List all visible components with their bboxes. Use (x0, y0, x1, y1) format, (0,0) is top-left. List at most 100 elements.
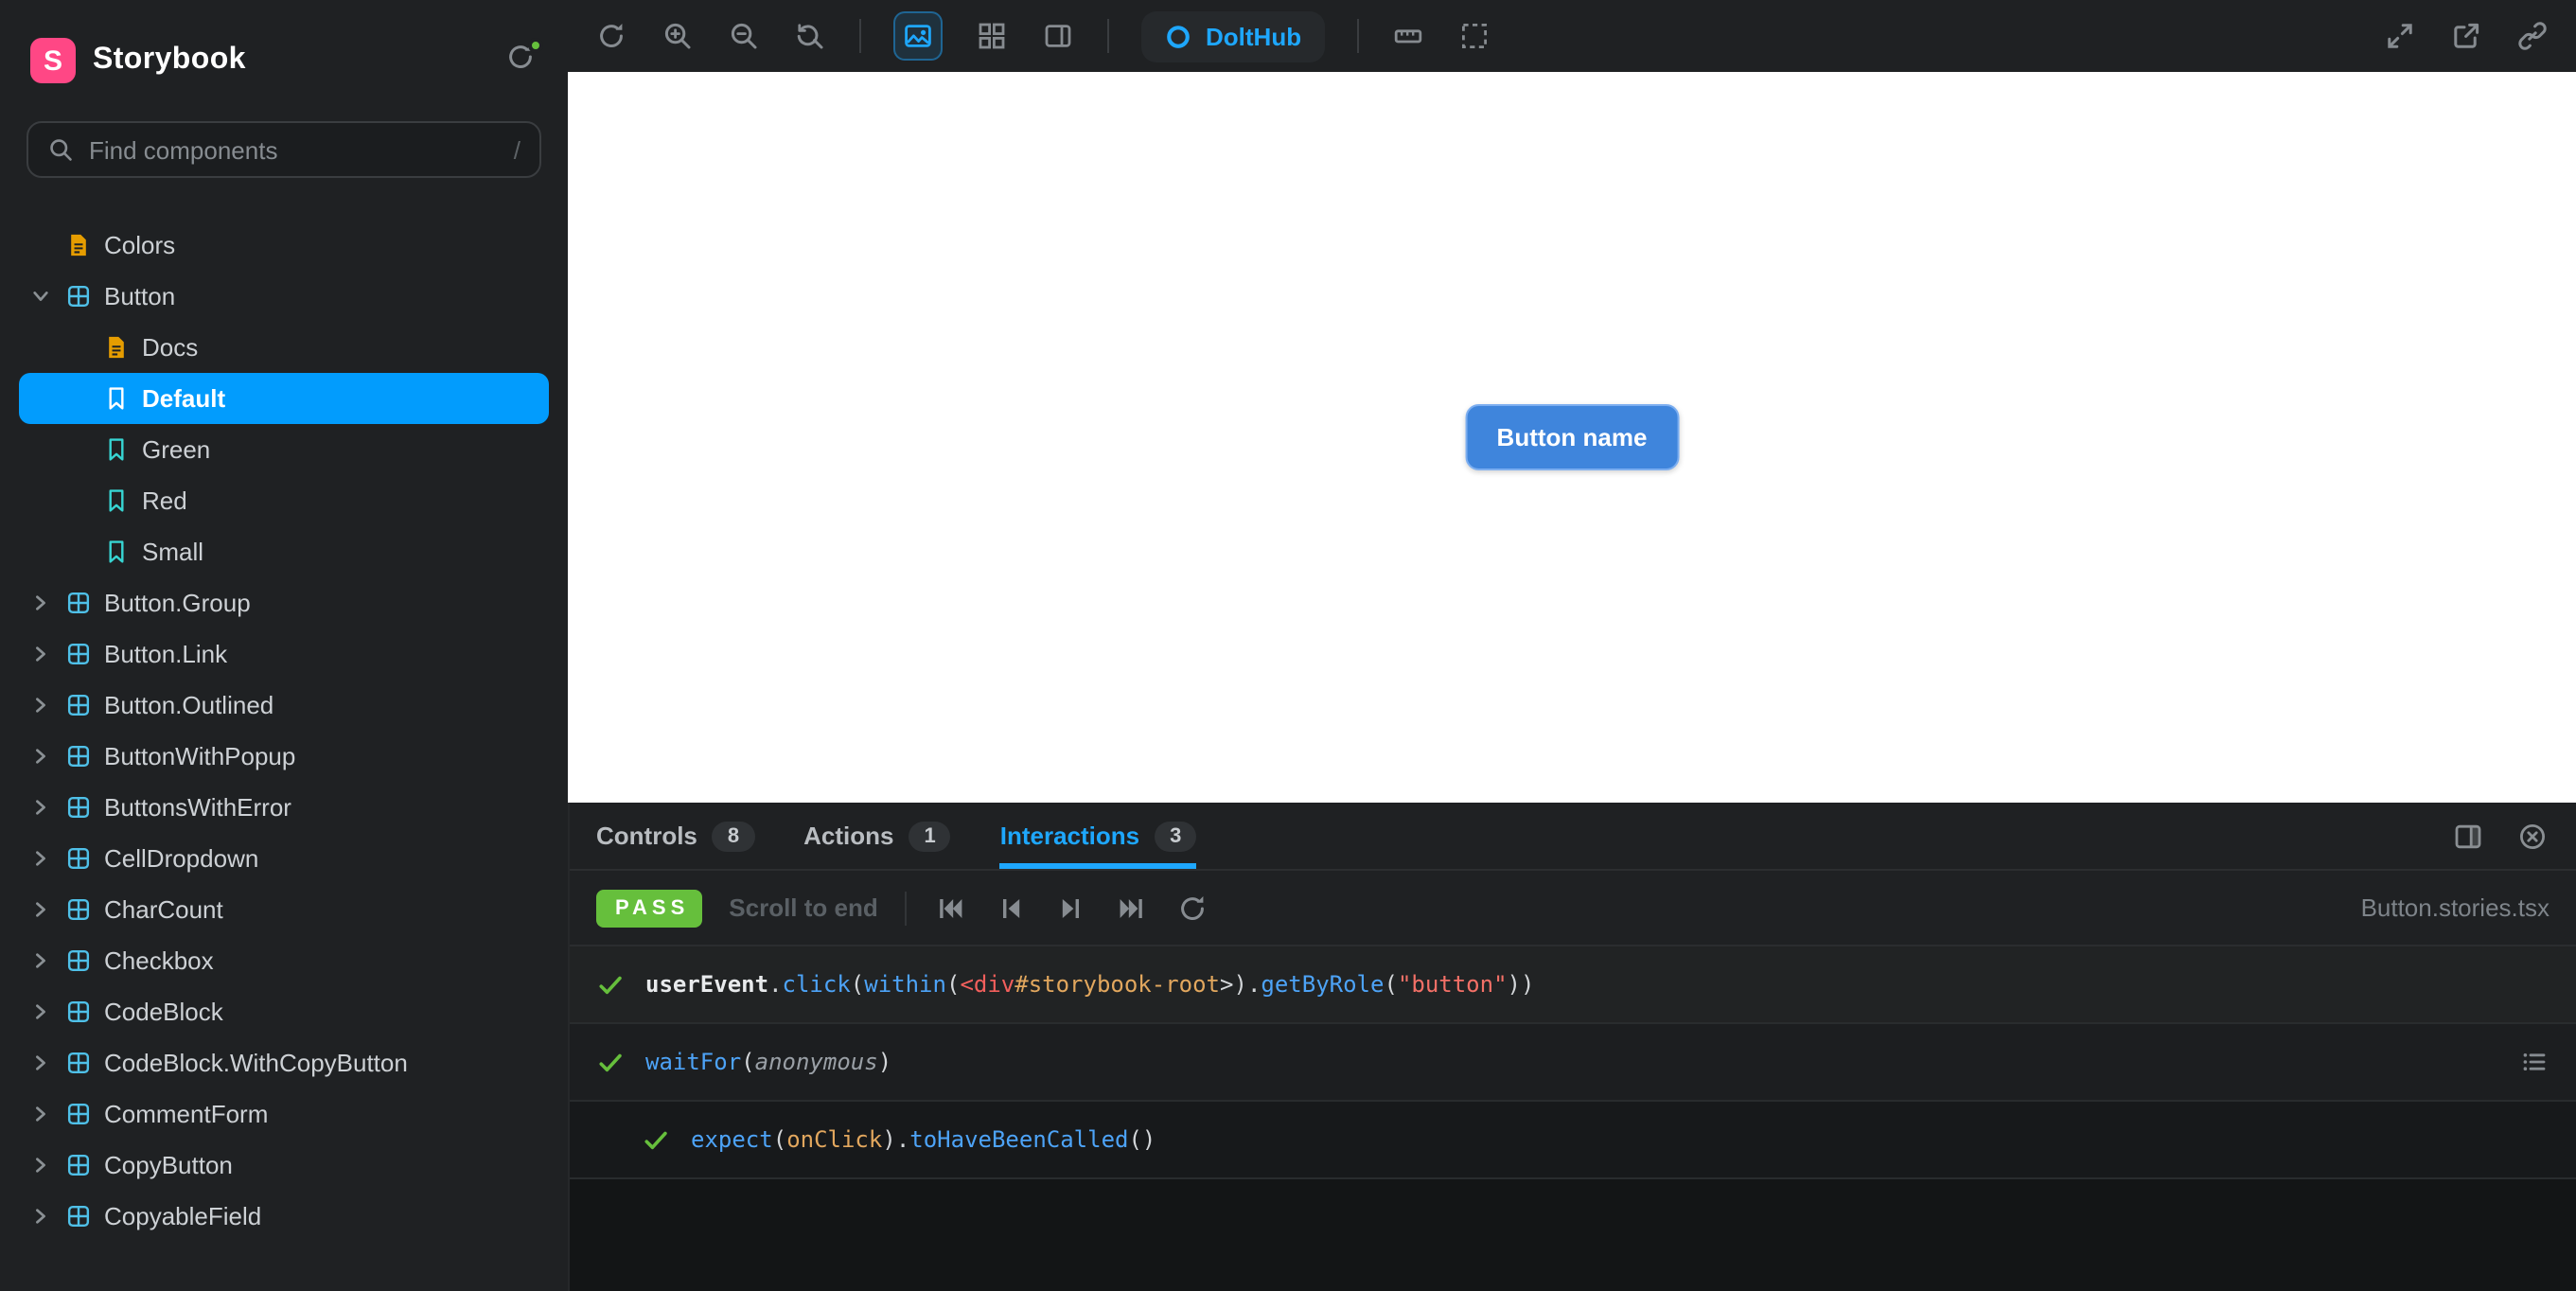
zoom-in-button[interactable] (661, 19, 695, 53)
chevron-right-icon[interactable] (26, 850, 53, 867)
sidebar-item-docs[interactable]: Docs (19, 322, 549, 373)
preview-button[interactable]: Button name (1464, 404, 1680, 470)
storybook-logo: S (30, 38, 76, 83)
interaction-code: userEvent.click(within(<div#storybook-ro… (645, 971, 1535, 998)
zoom-out-button[interactable] (727, 19, 761, 53)
step-log-icon[interactable] (2519, 1047, 2550, 1077)
zoom-reset-button[interactable] (793, 19, 827, 53)
sidebar-item-celldropdown[interactable]: CellDropdown (19, 833, 549, 884)
interaction-code: waitFor(anonymous) (645, 1049, 892, 1075)
sidebar-item-button-link[interactable]: Button.Link (19, 628, 549, 680)
sidebar-item-red[interactable]: Red (19, 475, 549, 526)
chevron-right-icon[interactable] (26, 901, 53, 918)
interaction-step[interactable]: userEvent.click(within(<div#storybook-ro… (570, 946, 2576, 1024)
tab-actions[interactable]: Actions 1 (803, 803, 951, 869)
chevron-right-icon[interactable] (26, 1003, 53, 1020)
search-input[interactable] (89, 135, 499, 164)
chevron-right-icon[interactable] (26, 1157, 53, 1174)
fullscreen-button[interactable] (2383, 19, 2417, 53)
sidebar-item-label: Default (142, 384, 226, 413)
interaction-step[interactable]: waitFor(anonymous) (570, 1024, 2576, 1102)
backgrounds-button[interactable] (893, 11, 943, 61)
sidebar-item-green[interactable]: Green (19, 424, 549, 475)
sidebar-item-button[interactable]: Button (19, 271, 549, 322)
go-back-button[interactable] (994, 891, 1028, 925)
toolbar-separator (904, 891, 907, 925)
sidebar-item-label: Docs (142, 333, 199, 362)
sidebar-item-copybutton[interactable]: CopyButton (19, 1140, 549, 1191)
close-panel-button[interactable] (2515, 819, 2550, 853)
sidebar-item-codeblock-withcopybutton[interactable]: CodeBlock.WithCopyButton (19, 1037, 549, 1088)
go-to-end-button[interactable] (1115, 891, 1149, 925)
chevron-right-icon[interactable] (26, 952, 53, 969)
interactions-toolbar: PASS Scroll to end Button.stories.tsx (570, 871, 2576, 946)
sidebar-item-label: Colors (104, 231, 176, 259)
update-notification-button[interactable] (503, 38, 543, 78)
sidebar-item-copyablefield[interactable]: CopyableField (19, 1191, 549, 1242)
measure-button[interactable] (1390, 19, 1424, 53)
dolthub-label: DoltHub (1206, 22, 1302, 50)
preview-canvas: Button name (568, 72, 2576, 803)
panel-position-button[interactable] (2451, 819, 2485, 853)
sidebar-item-charcount[interactable]: CharCount (19, 884, 549, 935)
chevron-right-icon[interactable] (26, 1208, 53, 1225)
sidebar-item-label: CodeBlock (104, 998, 223, 1026)
sidebar-item-small[interactable]: Small (19, 526, 549, 577)
tab-controls[interactable]: Controls 8 (596, 803, 755, 869)
chevron-right-icon[interactable] (26, 1054, 53, 1071)
tab-label: Actions (803, 822, 894, 850)
main-area: DoltHub Button name Controls 8 Actions 1 Int… (568, 0, 2576, 1291)
toolbar-separator (859, 19, 861, 53)
chevron-right-icon[interactable] (26, 594, 53, 611)
component-icon (66, 846, 91, 871)
sidebar-item-buttonswitherror[interactable]: ButtonsWithError (19, 782, 549, 833)
search-icon (47, 136, 74, 163)
component-icon (66, 999, 91, 1024)
component-icon (66, 284, 91, 309)
scroll-to-end-button[interactable]: Scroll to end (729, 893, 877, 922)
component-icon (66, 1051, 91, 1075)
story-icon (104, 539, 129, 564)
sidebar-item-buttonwithpopup[interactable]: ButtonWithPopup (19, 731, 549, 782)
sidebar-item-label: Button (104, 282, 176, 310)
search-shortcut-hint: / (513, 135, 520, 164)
sidebar-item-label: ButtonWithPopup (104, 742, 296, 770)
chevron-right-icon[interactable] (26, 748, 53, 765)
component-icon (66, 897, 91, 922)
chevron-right-icon[interactable] (26, 1105, 53, 1123)
update-dot (528, 38, 543, 53)
sidebar-tree: Colors Button Docs Default Green Red Small Butt… (0, 220, 568, 1242)
chevron-right-icon[interactable] (26, 697, 53, 714)
canvas-toolbar: DoltHub (568, 0, 2576, 72)
chevron-right-icon[interactable] (26, 799, 53, 816)
remount-button[interactable] (594, 19, 628, 53)
tab-interactions[interactable]: Interactions 3 (999, 803, 1197, 869)
sidebar-item-checkbox[interactable]: Checkbox (19, 935, 549, 986)
outline-button[interactable] (1456, 19, 1491, 53)
tab-badge: 8 (712, 821, 755, 851)
copy-link-button[interactable] (2515, 19, 2550, 53)
interaction-step[interactable]: expect(onClick).toHaveBeenCalled() (570, 1102, 2576, 1179)
go-to-start-button[interactable] (933, 891, 967, 925)
dolthub-addon-button[interactable]: DoltHub (1141, 10, 1325, 62)
component-icon (66, 591, 91, 615)
sidebar-header: S Storybook (0, 0, 568, 83)
sidebar-item-label: CellDropdown (104, 844, 259, 873)
sidebar-item-label: Checkbox (104, 946, 214, 975)
sidebar-item-button-outlined[interactable]: Button.Outlined (19, 680, 549, 731)
chevron-right-icon[interactable] (26, 646, 53, 663)
interaction-list: userEvent.click(within(<div#storybook-ro… (570, 946, 2576, 1291)
chevron-down-icon[interactable] (26, 288, 53, 305)
layout-button[interactable] (1041, 19, 1075, 53)
sidebar-item-commentform[interactable]: CommentForm (19, 1088, 549, 1140)
grid-toggle-button[interactable] (975, 19, 1009, 53)
rerun-button[interactable] (1175, 891, 1209, 925)
go-forward-button[interactable] (1054, 891, 1088, 925)
sidebar-item-label: CopyButton (104, 1151, 233, 1179)
open-external-button[interactable] (2449, 19, 2483, 53)
sidebar-item-default[interactable]: Default (19, 373, 549, 424)
sidebar-item-button-group[interactable]: Button.Group (19, 577, 549, 628)
sidebar-item-colors[interactable]: Colors (19, 220, 549, 271)
toolbar-separator (1356, 19, 1359, 53)
sidebar-item-codeblock[interactable]: CodeBlock (19, 986, 549, 1037)
